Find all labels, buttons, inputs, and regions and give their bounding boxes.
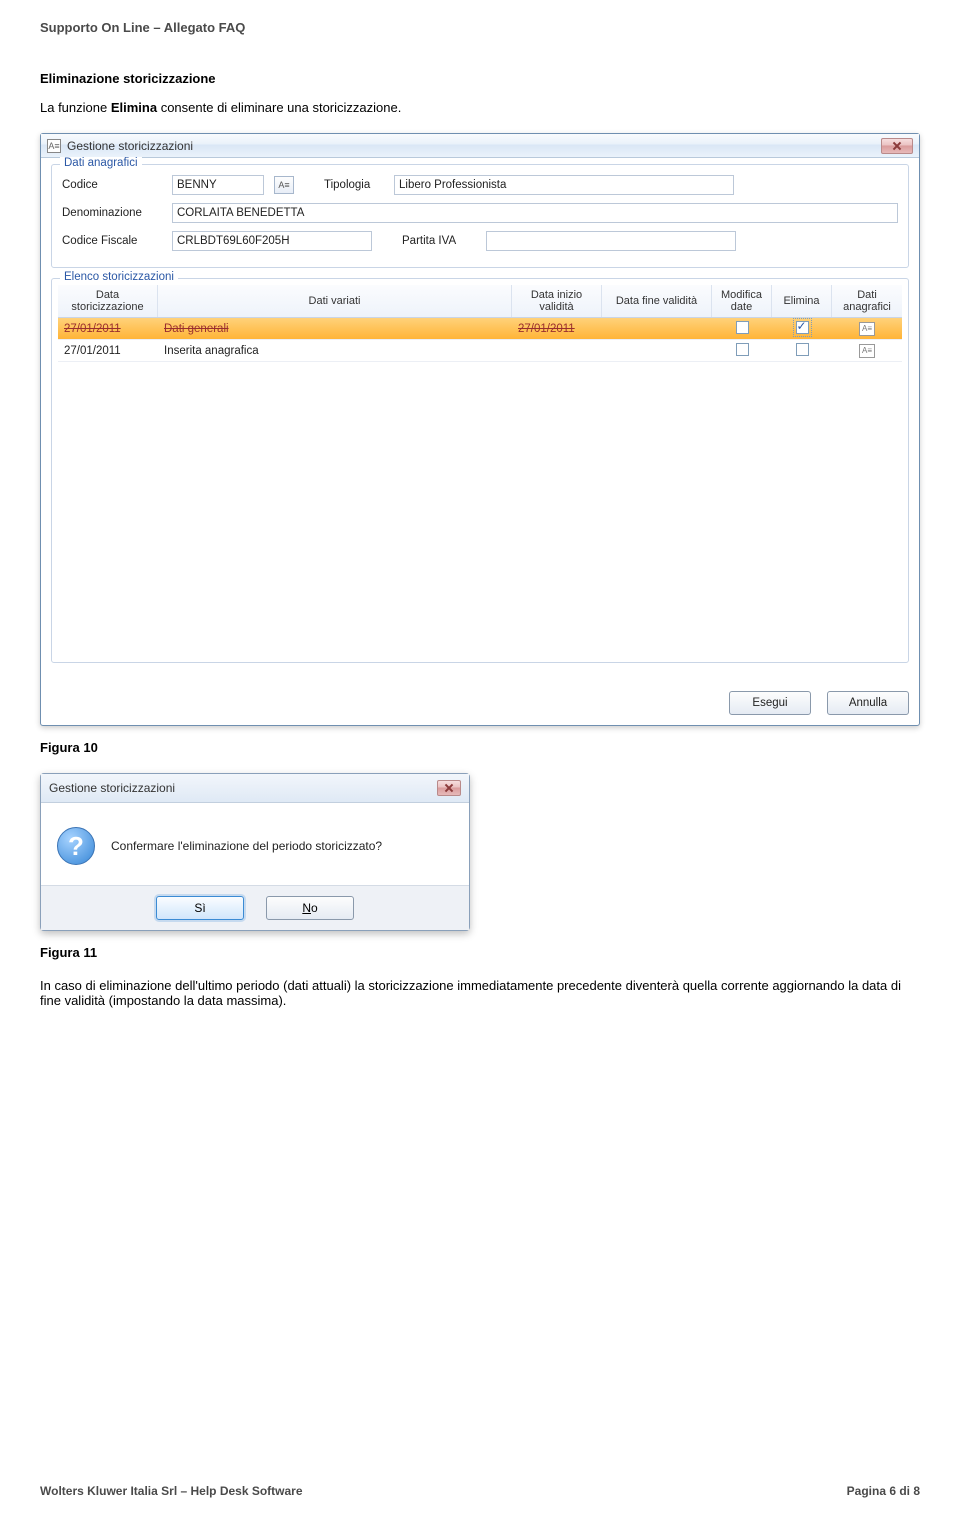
cell-data-fine: [602, 349, 712, 353]
storicizzazioni-grid: Data storicizzazione Dati variati Data i…: [58, 285, 902, 662]
no-underline: N: [302, 901, 311, 915]
dialog-titlebar[interactable]: A≡ Gestione storicizzazioni: [41, 134, 919, 158]
grid-row[interactable]: 27/01/2011 Dati generali 27/01/2011 A≡: [58, 318, 902, 340]
annulla-button[interactable]: Annulla: [827, 691, 909, 715]
label-codice: Codice: [62, 179, 162, 191]
codice-lookup-button[interactable]: A≡: [274, 176, 294, 194]
dati-anagrafici-group: Dati anagrafici Codice A≡ Tipologia Deno…: [51, 164, 909, 268]
cell-data-st: 27/01/2011: [58, 343, 158, 359]
gestione-storicizzazioni-dialog: A≡ Gestione storicizzazioni Dati anagraf…: [40, 133, 920, 726]
dati-anagrafici-legend: Dati anagrafici: [60, 157, 142, 169]
cell-data-inizio: 27/01/2011: [512, 321, 602, 337]
confirm-question: Confermare l'eliminazione del periodo st…: [111, 839, 382, 853]
label-denominazione: Denominazione: [62, 207, 162, 219]
cell-data-st: 27/01/2011: [58, 321, 158, 337]
label-partita-iva: Partita IVA: [402, 235, 476, 247]
footer-left: Wolters Kluwer Italia Srl – Help Desk So…: [40, 1484, 303, 1498]
col-data-fine[interactable]: Data fine validità: [602, 285, 712, 317]
dialog-footer: Esegui Annulla: [41, 683, 919, 725]
figure-11-caption: Figura 11: [40, 945, 920, 960]
elenco-legend: Elenco storicizzazioni: [60, 271, 178, 283]
confirm-titlebar[interactable]: Gestione storicizzazioni: [41, 774, 469, 803]
cell-dati-variati: Dati generali: [158, 321, 512, 337]
elimina-checkbox[interactable]: [796, 321, 809, 334]
close-icon[interactable]: [881, 138, 913, 154]
figure-10-caption: Figura 10: [40, 740, 920, 755]
cell-dati-variati: Inserita anagrafica: [158, 343, 512, 359]
cell-data-inizio: [512, 349, 602, 353]
open-card-icon[interactable]: A≡: [859, 344, 875, 358]
col-data-inizio[interactable]: Data inizio validità: [512, 285, 602, 317]
col-dati-variati[interactable]: Dati variati: [158, 285, 512, 317]
label-tipologia: Tipologia: [324, 179, 384, 191]
label-codice-fiscale: Codice Fiscale: [62, 235, 162, 247]
intro-pre: La funzione: [40, 100, 111, 115]
elenco-storicizzazioni-group: Elenco storicizzazioni Data storicizzazi…: [51, 278, 909, 663]
esegui-button[interactable]: Esegui: [729, 691, 811, 715]
cell-data-fine: [602, 327, 712, 331]
col-data-storicizzazione[interactable]: Data storicizzazione: [58, 285, 158, 317]
tipologia-input[interactable]: [394, 175, 734, 195]
confirm-dialog: Gestione storicizzazioni ? Confermare l'…: [40, 773, 470, 931]
intro-bold: Elimina: [111, 100, 157, 115]
no-button[interactable]: No: [266, 896, 354, 920]
doc-header: Supporto On Line – Allegato FAQ: [40, 20, 920, 35]
partita-iva-input[interactable]: [486, 231, 736, 251]
section-title: Eliminazione storicizzazione: [40, 71, 920, 86]
no-rest: o: [311, 901, 318, 915]
grid-row[interactable]: 27/01/2011 Inserita anagrafica A≡: [58, 340, 902, 362]
modifica-checkbox[interactable]: [736, 321, 749, 334]
open-card-icon[interactable]: A≡: [859, 322, 875, 336]
confirm-title-text: Gestione storicizzazioni: [49, 781, 175, 795]
window-title: Gestione storicizzazioni: [67, 139, 193, 153]
grid-header: Data storicizzazione Dati variati Data i…: [58, 285, 902, 318]
intro-paragraph: La funzione Elimina consente di eliminar…: [40, 100, 920, 115]
codice-fiscale-input[interactable]: [172, 231, 372, 251]
after-text: In caso di eliminazione dell'ultimo peri…: [40, 978, 920, 1008]
question-icon: ?: [57, 827, 95, 865]
elimina-checkbox[interactable]: [796, 343, 809, 356]
window-icon: A≡: [47, 139, 61, 153]
denominazione-input[interactable]: [172, 203, 898, 223]
col-modifica-date[interactable]: Modifica date: [712, 285, 772, 317]
grid-rows: 27/01/2011 Dati generali 27/01/2011 A≡ 2…: [58, 318, 902, 662]
grid-empty-area: [58, 362, 902, 662]
footer-right: Pagina 6 di 8: [847, 1484, 920, 1498]
yes-button[interactable]: Sì: [156, 896, 244, 920]
modifica-checkbox[interactable]: [736, 343, 749, 356]
codice-input[interactable]: [172, 175, 264, 195]
page-footer: Wolters Kluwer Italia Srl – Help Desk So…: [40, 1484, 920, 1498]
intro-post: consente di eliminare una storicizzazion…: [157, 100, 401, 115]
close-icon[interactable]: [437, 780, 461, 796]
col-dati-anagrafici[interactable]: Dati anagrafici: [832, 285, 902, 317]
col-elimina[interactable]: Elimina: [772, 285, 832, 317]
